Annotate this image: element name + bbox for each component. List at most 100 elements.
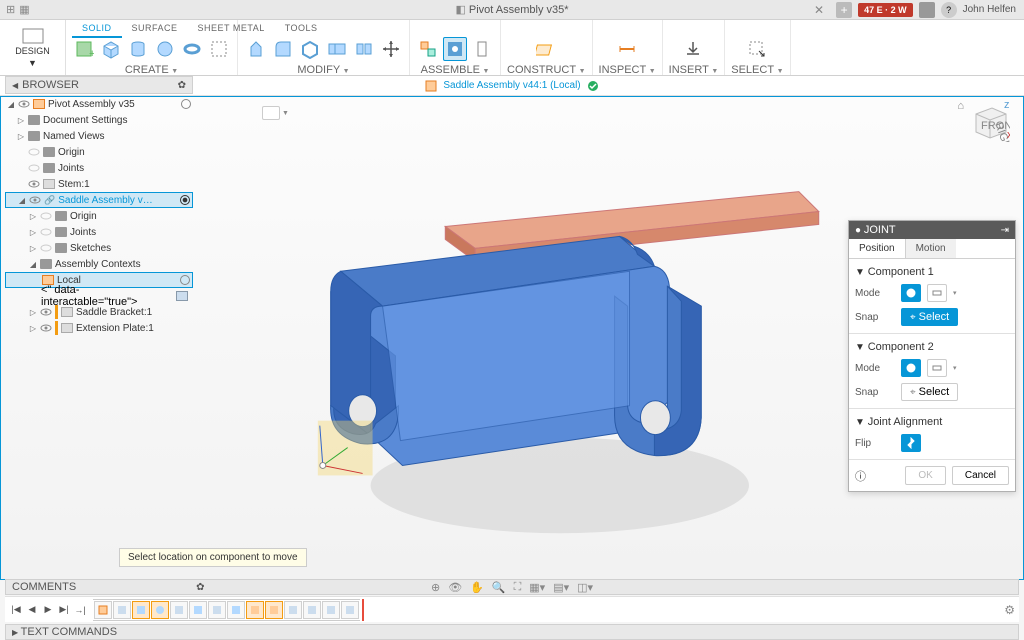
timeline-feature[interactable]	[227, 601, 245, 619]
timeline-feature[interactable]	[208, 601, 226, 619]
workspace-switcher[interactable]: DESIGN ▼	[0, 20, 66, 75]
sphere-icon[interactable]	[153, 37, 177, 61]
timeline-feature[interactable]	[94, 601, 112, 619]
tab-motion[interactable]: Motion	[906, 239, 956, 258]
timeline-feature[interactable]	[189, 601, 207, 619]
insert-icon[interactable]	[681, 37, 705, 61]
job-status-badge[interactable]: 47 E · 2 W	[858, 3, 913, 17]
tree-item[interactable]: ▷Document Settings	[5, 112, 193, 128]
text-commands-bar[interactable]: ▶ TEXT COMMANDS	[5, 624, 1019, 640]
tab-surface[interactable]: SURFACE	[122, 20, 188, 38]
timeline-feature[interactable]	[284, 601, 302, 619]
timeline-settings-icon[interactable]: ⚙	[1004, 603, 1015, 617]
alignment-header[interactable]: ▼ Joint Alignment	[855, 413, 1009, 431]
component2-header[interactable]: ▼ Component 2	[855, 338, 1009, 356]
timeline-feature[interactable]	[341, 601, 359, 619]
display-mode-selector[interactable]: ▼	[262, 106, 289, 120]
new-component-icon[interactable]	[416, 37, 440, 61]
pin-icon[interactable]: ⇥	[1001, 225, 1009, 236]
tab-tools[interactable]: TOOLS	[275, 20, 328, 38]
flip-button[interactable]	[901, 434, 921, 452]
timeline-play-button[interactable]: ▶	[41, 603, 55, 617]
as-built-joint-icon[interactable]	[470, 37, 494, 61]
tree-root[interactable]: ◢ Pivot Assembly v35	[5, 96, 193, 112]
tree-item[interactable]: ◢Assembly Contexts	[5, 256, 193, 272]
orbit-icon[interactable]: ⊕	[431, 581, 440, 594]
ok-button[interactable]: OK	[905, 466, 945, 485]
home-view-icon[interactable]: ⌂	[957, 100, 964, 112]
construct-plane-icon[interactable]	[534, 37, 558, 61]
tab-sheet-metal[interactable]: SHEET METAL	[188, 20, 275, 38]
comments-bar[interactable]: COMMENTS ✿ ⊕ 👁 ✋ 🔍 ⛶ ▦▾ ▤▾ ◫▾	[5, 579, 1019, 595]
box-icon[interactable]	[99, 37, 123, 61]
ok-check-icon[interactable]	[587, 80, 599, 92]
comments-options-icon[interactable]: ✿	[196, 582, 204, 593]
radio-icon[interactable]	[181, 99, 191, 109]
tree-item[interactable]: Stem:1	[5, 176, 193, 192]
grid-icon[interactable]: ▤▾	[553, 581, 569, 594]
pan-icon[interactable]: ✋	[470, 581, 484, 594]
new-tab-button[interactable]: +	[836, 2, 852, 18]
split-icon[interactable]	[352, 37, 376, 61]
mode-dropdown-icon[interactable]: ▾	[953, 289, 957, 297]
mode-simple-button-2[interactable]	[901, 359, 921, 377]
viewport-icon[interactable]: ◫▾	[577, 581, 593, 594]
help-icon[interactable]: ?	[941, 2, 957, 18]
zoom-icon[interactable]: 🔍	[492, 581, 506, 594]
mode-between-button-2[interactable]	[927, 359, 947, 377]
view-cube[interactable]: FRONT RIGHT z x	[968, 100, 1010, 142]
timeline-marker[interactable]	[362, 599, 364, 621]
fit-icon[interactable]: ⛶	[514, 581, 522, 594]
browser-options-icon[interactable]: ✿	[178, 80, 186, 91]
apps-icon[interactable]: ⊞	[0, 3, 15, 16]
timeline-feature[interactable]	[303, 601, 321, 619]
fillet-icon[interactable]	[271, 37, 295, 61]
tree-item[interactable]: Joints	[5, 160, 193, 176]
combine-icon[interactable]	[325, 37, 349, 61]
snap-select-button-2[interactable]: ⌖ Select	[901, 383, 958, 401]
close-tab-icon[interactable]: ✕	[814, 3, 824, 17]
mode-dropdown-icon[interactable]: ▾	[953, 364, 957, 372]
joint-dialog-header[interactable]: ● JOINT ⇥	[849, 221, 1015, 239]
visibility-toggle-icon[interactable]	[18, 99, 30, 109]
mode-simple-button[interactable]	[901, 284, 921, 302]
context-assembly-name[interactable]: Saddle Assembly v44:1 (Local)	[443, 80, 580, 91]
timeline-end-button[interactable]: →|	[73, 603, 87, 617]
select-icon[interactable]	[745, 37, 769, 61]
shell-icon[interactable]	[298, 37, 322, 61]
look-icon[interactable]: 👁	[448, 581, 462, 594]
tree-item[interactable]: ▷Joints	[5, 224, 193, 240]
timeline-feature[interactable]	[132, 601, 150, 619]
info-icon[interactable]: ⓘ	[855, 468, 866, 484]
tab-position[interactable]: Position	[849, 239, 906, 258]
tree-item[interactable]: ▷Origin	[5, 208, 193, 224]
active-radio-icon[interactable]	[180, 195, 190, 205]
move-icon[interactable]	[379, 37, 403, 61]
tree-item-saddle-assembly[interactable]: ◢🔗Saddle Assembly v…	[5, 192, 193, 208]
measure-icon[interactable]	[615, 37, 639, 61]
tree-item[interactable]: ▷Sketches	[5, 240, 193, 256]
component1-header[interactable]: ▼ Component 1	[855, 263, 1009, 281]
sketch-icon[interactable]: +	[72, 37, 96, 61]
snap-select-button-1[interactable]: ⌖ Select	[901, 308, 958, 326]
tree-item[interactable]: ▷Named Views	[5, 128, 193, 144]
tree-item[interactable]: ▷Saddle Bracket:1	[5, 304, 193, 320]
cancel-button[interactable]: Cancel	[952, 466, 1009, 485]
timeline-prev-button[interactable]: ◀	[25, 603, 39, 617]
timeline-feature[interactable]	[246, 601, 264, 619]
username-label[interactable]: John Helfen	[963, 4, 1016, 15]
tab-solid[interactable]: SOLID	[72, 20, 122, 38]
radio-icon[interactable]	[180, 275, 190, 285]
coil-icon[interactable]	[207, 37, 231, 61]
press-pull-icon[interactable]	[244, 37, 268, 61]
extensions-icon[interactable]	[919, 2, 935, 18]
timeline-next-button[interactable]: ▶|	[57, 603, 71, 617]
timeline-start-button[interactable]: |◀	[9, 603, 23, 617]
torus-icon[interactable]	[180, 37, 204, 61]
joint-icon[interactable]	[443, 37, 467, 61]
timeline-feature[interactable]	[170, 601, 188, 619]
tree-item[interactable]: ▷Extension Plate:1	[5, 320, 193, 336]
timeline-feature[interactable]	[265, 601, 283, 619]
timeline-feature[interactable]	[113, 601, 131, 619]
mode-between-button[interactable]	[927, 284, 947, 302]
